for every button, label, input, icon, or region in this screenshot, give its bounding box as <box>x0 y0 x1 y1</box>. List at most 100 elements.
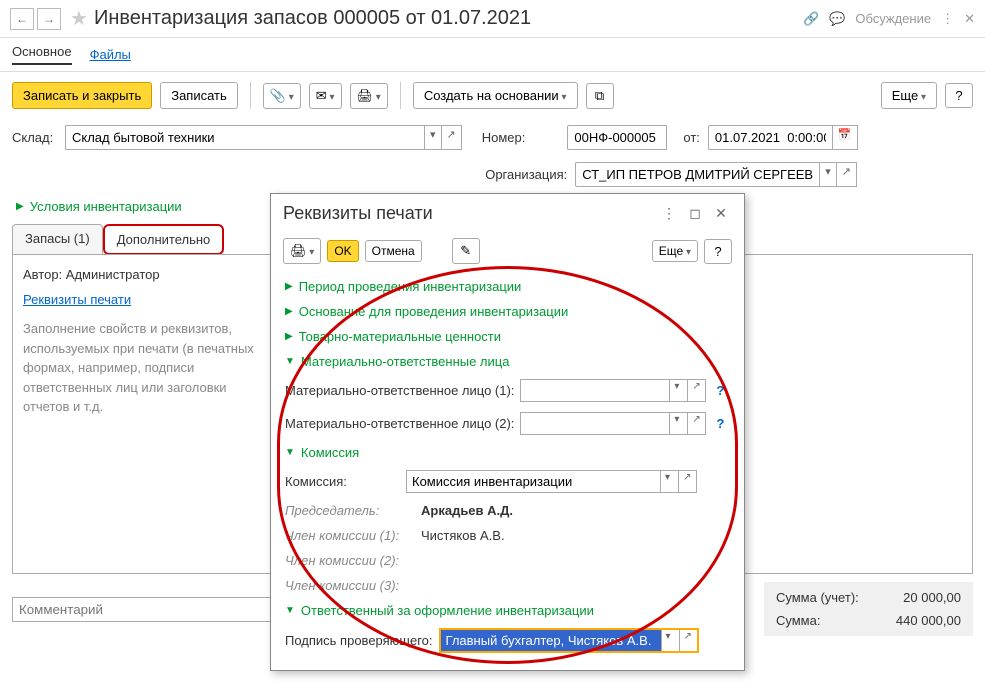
date-input[interactable] <box>708 125 833 150</box>
member3-label: Член комиссии (3): <box>285 578 415 593</box>
number-label: Номер: <box>482 130 526 145</box>
number-input[interactable] <box>567 125 667 150</box>
field-commission: Комиссия: ▾↗ <box>271 465 744 498</box>
help-button[interactable]: ? <box>945 83 973 108</box>
tab-extra[interactable]: Дополнительно <box>103 224 225 255</box>
description-text: Заполнение свойств и реквизитов, использ… <box>19 317 269 419</box>
org-input[interactable] <box>575 162 820 187</box>
popup-kebab-icon[interactable]: ⋮ <box>658 202 680 224</box>
signer-open-icon[interactable]: ↗ <box>679 630 697 651</box>
group-basis[interactable]: ▶Основание для проведения инвентаризации <box>271 299 744 324</box>
kebab-menu-icon[interactable]: ⋮ <box>941 11 954 27</box>
group-resp-persons[interactable]: ▼Материально-ответственные лица <box>271 349 744 374</box>
chevron-right-icon: ▶ <box>285 331 293 342</box>
more-button[interactable]: Еще <box>881 82 937 109</box>
field-chairman: Председатель: Аркадьев А.Д. <box>271 498 744 523</box>
signer-input[interactable] <box>441 630 661 651</box>
chairman-label: Председатель: <box>285 503 415 518</box>
warehouse-input[interactable] <box>65 125 425 150</box>
structure-button[interactable]: ⧉ <box>586 83 614 109</box>
page-title: Инвентаризация запасов 000005 от 01.07.2… <box>94 7 803 30</box>
date-label: от: <box>683 130 700 145</box>
main-toolbar: Записать и закрыть Записать 📎 ✉ 🖨 Создат… <box>0 72 985 119</box>
org-dropdown-icon[interactable]: ▾ <box>820 162 837 187</box>
forward-button[interactable]: → <box>37 8 61 30</box>
print-requisites-link[interactable]: Реквизиты печати <box>19 290 135 317</box>
field-signer: Подпись проверяющего: ▾↗ <box>271 623 744 658</box>
attach-button[interactable]: 📎 <box>263 83 301 109</box>
commission-dropdown-icon[interactable]: ▾ <box>661 470 679 493</box>
popup-wand-button[interactable]: ✎ <box>452 238 480 264</box>
save-button[interactable]: Записать <box>160 82 238 109</box>
print-requisites-popup: Реквизиты печати ⋮ ◻ ✕ 🖨 OK Отмена ✎ Еще… <box>270 193 745 671</box>
resp1-label: Материально-ответственное лицо (1): <box>285 383 514 398</box>
signer-dropdown-icon[interactable]: ▾ <box>661 630 679 651</box>
group-tmc[interactable]: ▶Товарно-материальные ценности <box>271 324 744 349</box>
field-member2: Член комиссии (2): <box>271 548 744 573</box>
field-resp1: Материально-ответственное лицо (1): ▾↗ ? <box>271 374 744 407</box>
member1-value: Чистяков А.В. <box>421 528 505 543</box>
group-period[interactable]: ▶Период проведения инвентаризации <box>271 274 744 299</box>
resp2-input[interactable] <box>520 412 670 435</box>
popup-print-button[interactable]: 🖨 <box>283 238 321 264</box>
group-responsible[interactable]: ▼Ответственный за оформление инвентариза… <box>271 598 744 623</box>
discuss-label[interactable]: Обсуждение <box>855 11 931 26</box>
save-close-button[interactable]: Записать и закрыть <box>12 82 152 109</box>
org-label: Организация: <box>485 167 567 182</box>
field-member3: Член комиссии (3): <box>271 573 744 598</box>
warehouse-dropdown-icon[interactable]: ▾ <box>425 125 442 150</box>
popup-maximize-icon[interactable]: ◻ <box>684 202 706 224</box>
mail-button[interactable]: ✉ <box>309 83 342 109</box>
commission-input[interactable] <box>406 470 661 493</box>
favorite-star-icon[interactable]: ★ <box>70 6 88 31</box>
totals-box: Сумма (учет): 20 000,00 Сумма: 440 000,0… <box>764 582 973 636</box>
author-value: Администратор <box>66 267 160 282</box>
chevron-right-icon: ▶ <box>285 306 293 317</box>
member1-label: Член комиссии (1): <box>285 528 415 543</box>
form-row-warehouse: Склад: ▾ ↗ Номер: от: 📅 <box>0 119 985 156</box>
subheader-tabs: Основное Файлы <box>0 38 985 72</box>
create-based-button[interactable]: Создать на основании <box>413 82 578 109</box>
org-open-icon[interactable]: ↗ <box>837 162 857 187</box>
popup-help-button[interactable]: ? <box>704 239 732 264</box>
close-icon[interactable]: ✕ <box>964 11 975 27</box>
warehouse-label: Склад: <box>12 130 57 145</box>
tab-files[interactable]: Файлы <box>90 47 131 62</box>
field-member1: Член комиссии (1): Чистяков А.В. <box>271 523 744 548</box>
resp2-dropdown-icon[interactable]: ▾ <box>670 412 688 435</box>
print-button[interactable]: 🖨 <box>350 83 388 109</box>
popup-close-icon[interactable]: ✕ <box>710 202 732 224</box>
back-button[interactable]: ← <box>10 8 34 30</box>
form-row-org: Организация: ▾ ↗ <box>0 156 985 193</box>
resp1-dropdown-icon[interactable]: ▾ <box>670 379 688 402</box>
sum-account-label: Сумма (учет): <box>776 590 876 605</box>
commission-open-icon[interactable]: ↗ <box>679 470 697 493</box>
chevron-down-icon: ▼ <box>285 447 295 458</box>
help-icon[interactable]: ? <box>716 383 724 398</box>
popup-title: Реквизиты печати <box>283 203 654 224</box>
popup-cancel-button[interactable]: Отмена <box>365 240 422 262</box>
member2-label: Член комиссии (2): <box>285 553 415 568</box>
chevron-right-icon: ▶ <box>16 201 24 212</box>
popup-more-button[interactable]: Еще <box>652 240 698 262</box>
field-resp2: Материально-ответственное лицо (2): ▾↗ ? <box>271 407 744 440</box>
group-commission[interactable]: ▼Комиссия <box>271 440 744 465</box>
link-icon[interactable]: 🔗 <box>803 11 819 27</box>
author-label: Автор: <box>23 267 62 282</box>
resp2-open-icon[interactable]: ↗ <box>688 412 706 435</box>
resp2-label: Материально-ответственное лицо (2): <box>285 416 514 431</box>
resp1-input[interactable] <box>520 379 670 402</box>
sum-value: 440 000,00 <box>876 613 961 628</box>
discuss-icon[interactable]: 💬 <box>829 11 845 27</box>
resp1-open-icon[interactable]: ↗ <box>688 379 706 402</box>
popup-toolbar: 🖨 OK Отмена ✎ Еще ? <box>271 232 744 270</box>
window-header: ← → ★ Инвентаризация запасов 000005 от 0… <box>0 0 985 38</box>
commission-label: Комиссия: <box>285 474 400 489</box>
help-icon[interactable]: ? <box>716 416 724 431</box>
warehouse-open-icon[interactable]: ↗ <box>442 125 462 150</box>
tab-stocks[interactable]: Запасы (1) <box>12 224 103 255</box>
popup-ok-button[interactable]: OK <box>327 240 358 262</box>
calendar-icon[interactable]: 📅 <box>833 125 858 150</box>
chairman-value: Аркадьев А.Д. <box>421 503 513 518</box>
tab-main[interactable]: Основное <box>12 44 72 65</box>
